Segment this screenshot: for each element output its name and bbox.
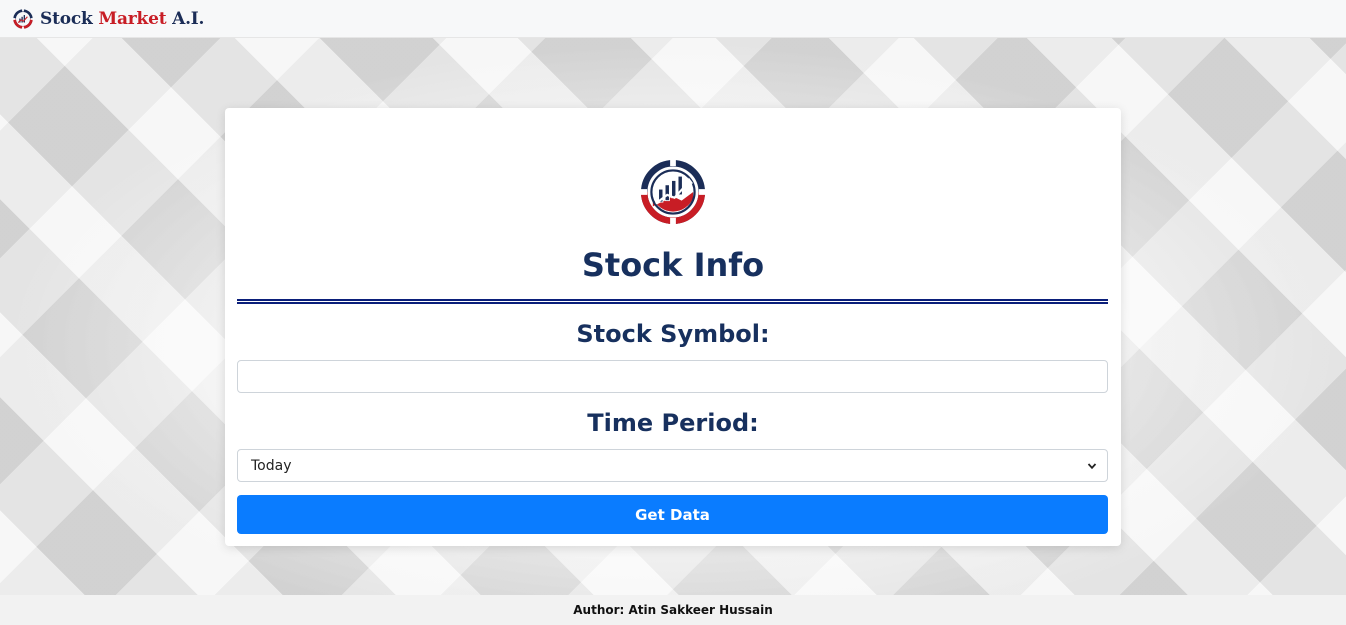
footer: Author: Atin Sakkeer Hussain [0,595,1346,625]
brand-word-market: Market [98,8,167,29]
page-title: Stock Info [581,246,765,284]
get-data-button[interactable]: Get Data [237,495,1108,534]
background-pattern: Stock Info Stock Symbol: Time Period: To… [0,38,1346,595]
author-text: Author: Atin Sakkeer Hussain [573,603,773,617]
stock-info-card: Stock Info Stock Symbol: Time Period: To… [225,108,1121,546]
time-period-label: Time Period: [587,409,759,437]
stock-logo-icon [12,7,34,30]
brand-word-ai: A.I. [172,8,205,29]
stock-logo-icon [638,157,708,227]
stock-symbol-label: Stock Symbol: [576,320,770,348]
time-period-selected-value: Today [251,457,292,474]
brand-link[interactable]: Stock Market A.I. [12,7,204,30]
chevron-down-icon [1087,462,1097,469]
brand-word-stock: Stock [40,8,93,29]
title-divider [237,299,1108,304]
stock-symbol-input[interactable] [237,360,1108,393]
navbar: Stock Market A.I. [0,0,1346,38]
brand-title: Stock Market A.I. [40,9,204,29]
time-period-select[interactable]: Today [237,449,1108,482]
